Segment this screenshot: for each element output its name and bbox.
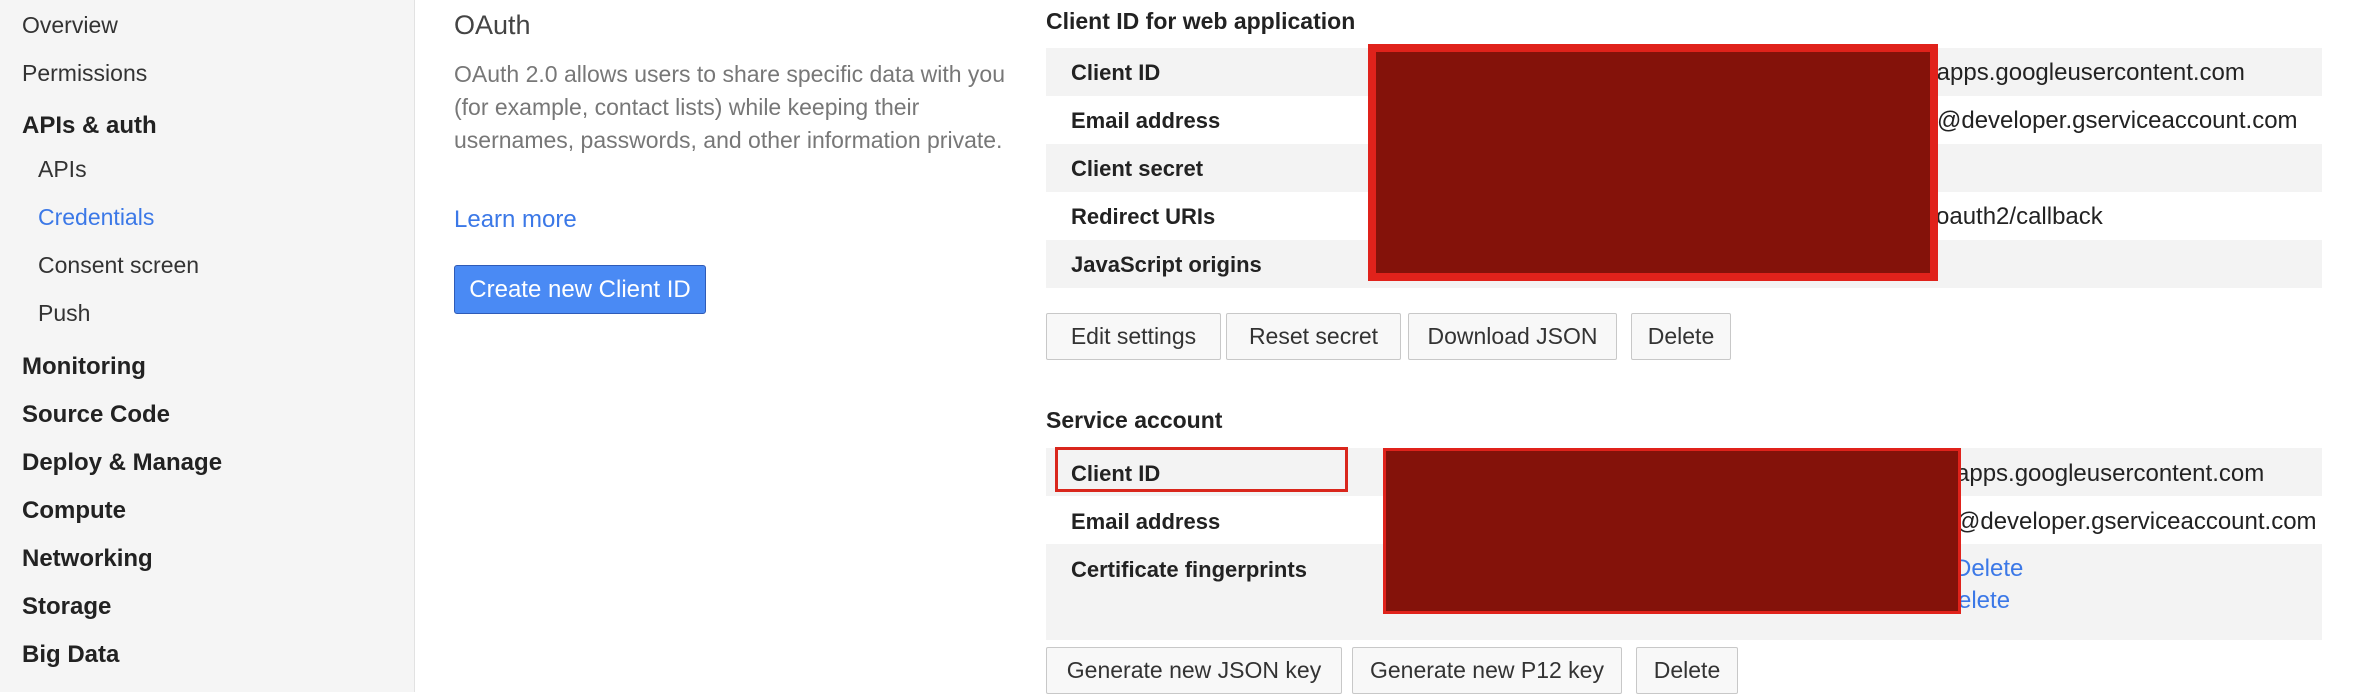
sidebar-item-permissions[interactable]: Permissions bbox=[22, 60, 147, 87]
generate-p12-key-button[interactable]: Generate new P12 key bbox=[1352, 647, 1622, 694]
email-address-label: Email address bbox=[1071, 108, 1221, 133]
sidebar-item-push[interactable]: Push bbox=[38, 300, 90, 327]
javascript-origins-label: JavaScript origins bbox=[1071, 252, 1262, 277]
redirect-uris-label: Redirect URIs bbox=[1071, 204, 1216, 229]
reset-secret-button[interactable]: Reset secret bbox=[1226, 313, 1401, 360]
client-secret-label: Client secret bbox=[1071, 156, 1204, 181]
sidebar-item-big-data[interactable]: Big Data bbox=[22, 641, 119, 669]
sidebar-item-deploy-manage[interactable]: Deploy & Manage bbox=[22, 449, 222, 477]
sidebar-item-compute[interactable]: Compute bbox=[22, 497, 126, 525]
service-email-value: @developer.gserviceaccount.com bbox=[1956, 508, 2317, 535]
learn-more-link[interactable]: Learn more bbox=[454, 206, 577, 234]
create-client-id-button[interactable]: Create new Client ID bbox=[454, 265, 706, 314]
redaction-box-web-app bbox=[1368, 44, 1938, 281]
sidebar-item-apis-auth[interactable]: APIs & auth bbox=[22, 112, 157, 140]
delete-service-account-button[interactable]: Delete bbox=[1636, 647, 1738, 694]
sidebar: Overview Permissions APIs & auth APIs Cr… bbox=[0, 0, 415, 692]
web-app-section-title: Client ID for web application bbox=[1046, 8, 1356, 34]
certificate-fingerprints-label: Certificate fingerprints bbox=[1071, 557, 1307, 582]
sidebar-item-monitoring[interactable]: Monitoring bbox=[22, 353, 146, 381]
sidebar-item-networking[interactable]: Networking bbox=[22, 545, 153, 573]
service-client-id-value: apps.googleusercontent.com bbox=[1956, 460, 2265, 487]
client-id-value: .apps.googleusercontent.com bbox=[1930, 59, 2245, 86]
redirect-uris-value: oauth2/callback bbox=[1936, 203, 2103, 230]
sidebar-item-consent-screen[interactable]: Consent screen bbox=[38, 252, 199, 279]
email-address-value: @developer.gserviceaccount.com bbox=[1937, 107, 2298, 134]
download-json-button[interactable]: Download JSON bbox=[1408, 313, 1617, 360]
edit-settings-button[interactable]: Edit settings bbox=[1046, 313, 1221, 360]
client-id-label: Client ID bbox=[1071, 60, 1161, 85]
delete-fingerprint-link-1[interactable]: Delete bbox=[1954, 555, 2023, 583]
oauth-title: OAuth bbox=[454, 10, 531, 40]
redaction-box-service-account bbox=[1383, 448, 1961, 614]
sidebar-item-storage[interactable]: Storage bbox=[22, 593, 111, 621]
oauth-description: OAuth 2.0 allows users to share specific… bbox=[454, 61, 1006, 153]
sidebar-item-apis[interactable]: APIs bbox=[38, 156, 87, 183]
delete-client-button[interactable]: Delete bbox=[1631, 313, 1731, 360]
sidebar-item-overview[interactable]: Overview bbox=[22, 12, 118, 39]
delete-fingerprint-link-2[interactable]: elete bbox=[1958, 587, 2010, 615]
generate-json-key-button[interactable]: Generate new JSON key bbox=[1046, 647, 1342, 694]
sidebar-item-credentials[interactable]: Credentials bbox=[38, 204, 154, 231]
service-email-label: Email address bbox=[1071, 509, 1221, 534]
sidebar-item-source-code[interactable]: Source Code bbox=[22, 401, 170, 429]
service-account-section-title: Service account bbox=[1046, 407, 1223, 433]
client-id-highlight-box bbox=[1055, 447, 1348, 492]
